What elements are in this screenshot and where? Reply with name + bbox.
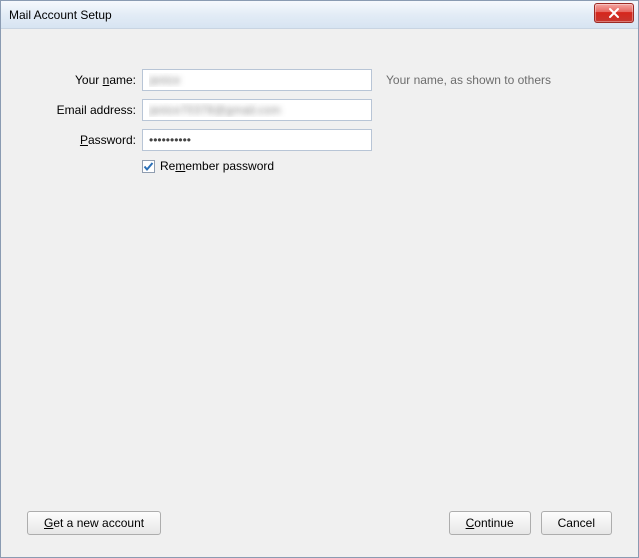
remember-password-label[interactable]: Remember password xyxy=(160,159,274,173)
your-name-hint: Your name, as shown to others xyxy=(372,73,551,87)
label-password: Password: xyxy=(27,133,142,147)
row-your-name: Your name: Your name, as shown to others xyxy=(27,69,612,91)
remember-password-checkbox[interactable] xyxy=(142,160,155,173)
continue-button[interactable]: Continue xyxy=(449,511,531,535)
email-input[interactable] xyxy=(142,99,372,121)
row-remember: Remember password xyxy=(27,159,612,173)
close-button[interactable] xyxy=(594,3,634,23)
titlebar: Mail Account Setup xyxy=(1,1,638,29)
password-input[interactable] xyxy=(142,129,372,151)
cancel-button[interactable]: Cancel xyxy=(541,511,612,535)
row-email: Email address: xyxy=(27,99,612,121)
dialog-content: Your name: Your name, as shown to others… xyxy=(1,29,638,557)
get-new-account-button[interactable]: Get a new account xyxy=(27,511,161,535)
close-icon xyxy=(608,7,620,19)
label-email: Email address: xyxy=(27,103,142,117)
button-bar: Get a new account Continue Cancel xyxy=(27,511,612,535)
check-icon xyxy=(143,161,154,172)
label-your-name: Your name: xyxy=(27,73,142,87)
row-password: Password: xyxy=(27,129,612,151)
window-title: Mail Account Setup xyxy=(9,8,112,22)
your-name-input[interactable] xyxy=(142,69,372,91)
